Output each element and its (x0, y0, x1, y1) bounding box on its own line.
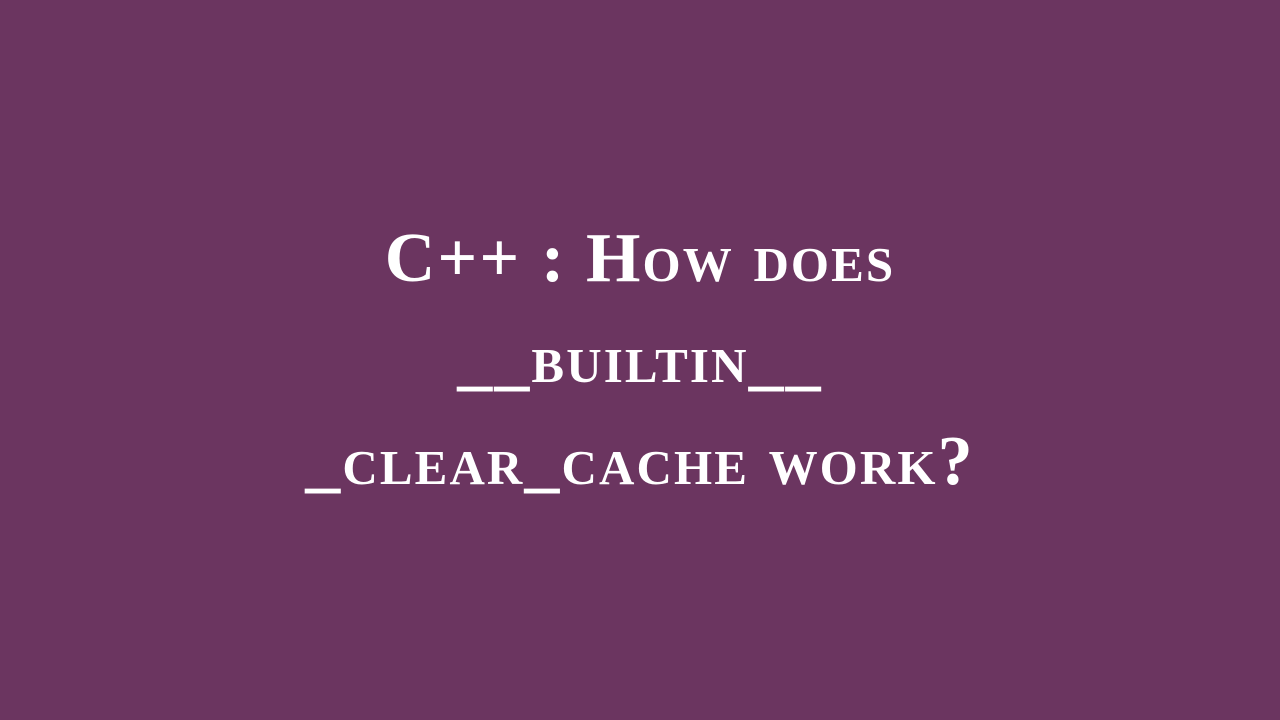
slide-title: C++ : How does __builtin__ _clear_cache … (225, 208, 1054, 513)
title-line-1: C++ : How does (305, 208, 974, 310)
prefix: C++ : (385, 220, 586, 297)
title-slide: C++ : How does __builtin__ _clear_cache … (0, 0, 1280, 720)
title-line-3: _clear_cache work? (305, 411, 974, 513)
rest1: ow does (643, 220, 896, 297)
h: H (586, 220, 643, 297)
title-line-2: __builtin__ (305, 309, 974, 411)
